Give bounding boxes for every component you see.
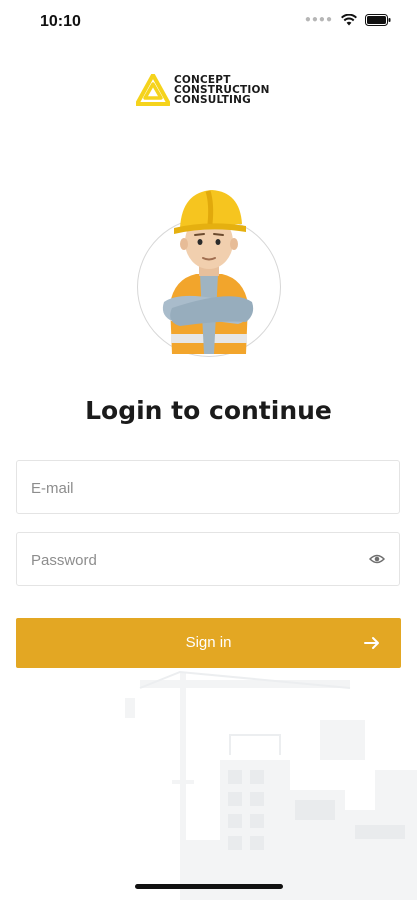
status-icons: ●●●● <box>305 14 391 26</box>
status-time: 10:10 <box>40 13 81 30</box>
home-indicator <box>135 884 283 889</box>
logo-mark-icon <box>136 74 170 106</box>
construction-worker-avatar-icon <box>162 190 254 354</box>
page-title: Login to continue <box>85 396 332 425</box>
email-field[interactable] <box>29 461 353 515</box>
status-bar: 10:10 ●●●● <box>0 0 417 46</box>
email-field-container <box>16 460 400 515</box>
battery-icon <box>365 14 391 26</box>
eye-icon[interactable] <box>369 552 385 566</box>
construction-background-illustration <box>125 670 417 900</box>
logo-text: CONCEPT CONSTRUCTION CONSULTING <box>174 75 270 106</box>
password-field[interactable] <box>29 533 353 587</box>
arrow-right-icon <box>364 637 379 649</box>
avatar <box>134 184 284 359</box>
company-logo: CONCEPT CONSTRUCTION CONSULTING <box>136 74 270 106</box>
signal-dots-icon: ●●●● <box>304 14 333 25</box>
logo-line-3: CONSULTING <box>174 94 251 106</box>
sign-in-label: Sign in <box>185 634 232 651</box>
password-field-container <box>16 532 400 587</box>
wifi-icon <box>341 14 357 26</box>
